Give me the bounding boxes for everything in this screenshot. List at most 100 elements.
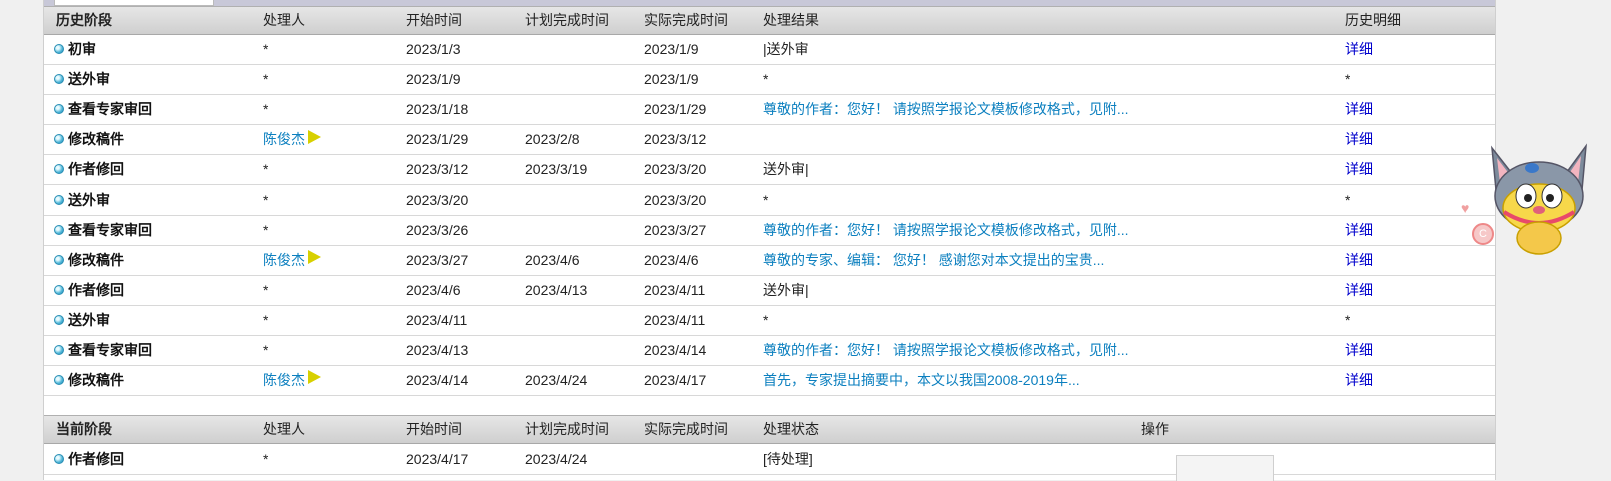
- stage-cell: 送外审: [68, 71, 110, 88]
- result-cell-text: 送外审|: [763, 281, 809, 298]
- start-cell: 2023/1/29: [406, 124, 468, 154]
- actual-cell-text: 2023/4/17: [644, 372, 707, 389]
- header-handler: 处理人: [263, 12, 305, 28]
- detail-link-text[interactable]: 详细: [1345, 222, 1373, 238]
- result-cell-text: *: [763, 191, 769, 208]
- actual-cell: 2023/4/11: [644, 275, 705, 305]
- handler-link-text[interactable]: 陈俊杰: [263, 372, 305, 388]
- detail-link-text[interactable]: 详细: [1345, 282, 1373, 298]
- detail-link[interactable]: 详细: [1345, 335, 1373, 365]
- handler-cell-text: *: [263, 281, 269, 298]
- actual-cell: 2023/1/9: [644, 64, 699, 94]
- handler-link-text[interactable]: 陈俊杰: [263, 131, 305, 147]
- planned-cell: 2023/4/24: [525, 365, 587, 395]
- handler-link[interactable]: 陈俊杰: [263, 245, 321, 275]
- planned-cell-text: 2023/3/19: [525, 161, 588, 178]
- detail-link[interactable]: 详细: [1345, 94, 1373, 124]
- handler-cell: *: [263, 275, 268, 305]
- actual-cell: 2023/3/20: [644, 185, 706, 215]
- planned-cell: 2023/4/6: [525, 245, 580, 275]
- actual-cell: 2023/3/20: [644, 154, 706, 184]
- history-table-row: 作者修回 * 2023/4/6 2023/4/13 2023/4/11 送外审| 详细: [44, 275, 1495, 306]
- planned-cell: 2023/2/8: [525, 124, 580, 154]
- handler-link[interactable]: 陈俊杰: [263, 124, 321, 154]
- handler-link-text[interactable]: 陈俊杰: [263, 252, 305, 268]
- detail-link-text[interactable]: 详细: [1345, 161, 1373, 177]
- history-table-row: 查看专家审回 * 2023/3/26 2023/3/27 尊敬的作者：您好！ 请按照学报…: [44, 215, 1495, 246]
- handler-link[interactable]: 陈俊杰: [263, 365, 321, 395]
- result-link-text[interactable]: 尊敬的作者：您好！ 请按照学报论文模板修改格式，见附...: [763, 101, 1129, 117]
- detail-link-text[interactable]: 详细: [1345, 131, 1373, 147]
- stage-cell: 查看专家审回: [68, 342, 152, 358]
- detail-link-text[interactable]: 详细: [1345, 41, 1373, 57]
- history-table-header: 历史阶段 处理人 开始时间 计划完成时间 实际完成时间 处理结果 历史明细: [44, 6, 1495, 35]
- cartoon-cat-mascot[interactable]: [1474, 138, 1604, 260]
- handler-cell-text: *: [263, 161, 269, 178]
- start-cell: 2023/1/9: [406, 64, 461, 94]
- result-link[interactable]: 首先，专家提出摘要中，本文以我国2008-2019年...: [763, 365, 1080, 395]
- header-current-actual: 实际完成时间: [644, 421, 728, 437]
- actual-cell-text: 2023/1/9: [644, 71, 699, 88]
- detail-link[interactable]: 详细: [1345, 124, 1373, 154]
- current-table-row: 作者修回 * 2023/4/17 2023/4/24 [待处理]: [44, 444, 1495, 475]
- detail-cell-text: *: [1345, 311, 1351, 328]
- detail-link-text[interactable]: 详细: [1345, 342, 1373, 358]
- detail-link[interactable]: 详细: [1345, 215, 1373, 245]
- actual-cell-text: 2023/3/20: [644, 161, 707, 178]
- blue-dot-icon: [54, 314, 64, 325]
- handler-cell: *: [263, 64, 268, 94]
- planned-cell-text: 2023/4/13: [525, 281, 588, 298]
- stage-cell: 查看专家审回: [68, 221, 152, 238]
- start-cell: 2023/3/12: [406, 154, 468, 184]
- handler-cell: *: [263, 154, 268, 184]
- handler-cell: *: [263, 215, 268, 245]
- result-cell: *: [763, 64, 768, 94]
- handler-cell-text: *: [263, 311, 269, 328]
- result-link-text[interactable]: 首先，专家提出摘要中，本文以我国2008-2019年...: [763, 372, 1080, 388]
- history-table-row: 修改稿件 陈俊杰 2023/3/27 2023/4/6 2023/4/6 尊敬的专家、编辑…: [44, 245, 1495, 276]
- result-link-text[interactable]: 尊敬的专家、编辑： 您好！ 感谢您对本文提出的宝贵...: [763, 252, 1104, 268]
- detail-cell: *: [1345, 185, 1350, 215]
- detail-link[interactable]: 详细: [1345, 245, 1373, 275]
- stage-cell: 送外审: [68, 311, 110, 328]
- start-cell: 2023/3/26: [406, 215, 468, 245]
- start-cell: 2023/1/18: [406, 94, 468, 124]
- actual-cell-text: 2023/3/27: [644, 221, 707, 238]
- result-link[interactable]: 尊敬的作者：您好！ 请按照学报论文模板修改格式，见附...: [763, 335, 1129, 365]
- stage-cell: 作者修回: [68, 281, 124, 298]
- floating-panel-edge[interactable]: [1176, 455, 1274, 481]
- actual-cell: 2023/4/11: [644, 305, 705, 335]
- result-link-text[interactable]: 尊敬的作者：您好！ 请按照学报论文模板修改格式，见附...: [763, 222, 1129, 238]
- result-link-text[interactable]: 尊敬的作者：您好！ 请按照学报论文模板修改格式，见附...: [763, 342, 1129, 358]
- handler-cell-text: *: [263, 342, 269, 358]
- start-cell-text: 2023/4/6: [406, 281, 461, 298]
- result-link[interactable]: 尊敬的作者：您好！ 请按照学报论文模板修改格式，见附...: [763, 94, 1129, 124]
- start-cell-text: 2023/1/9: [406, 71, 461, 88]
- detail-link[interactable]: 详细: [1345, 34, 1373, 64]
- detail-link[interactable]: 详细: [1345, 275, 1373, 305]
- start-cell-text: 2023/1/18: [406, 101, 469, 118]
- detail-link[interactable]: 详细: [1345, 365, 1373, 395]
- handler-cell-text: *: [263, 101, 269, 118]
- actual-cell-text: 2023/4/6: [644, 251, 699, 268]
- result-cell-text: *: [763, 71, 769, 88]
- header-current-stage: 当前阶段: [56, 421, 112, 437]
- detail-link-text[interactable]: 详细: [1345, 252, 1373, 268]
- detail-link-text[interactable]: 详细: [1345, 372, 1373, 388]
- history-table-row: 初审 * 2023/1/3 2023/1/9 |送外审 详细: [44, 34, 1495, 65]
- history-table-row: 作者修回 * 2023/3/12 2023/3/19 2023/3/20 送外审| 详细: [44, 154, 1495, 186]
- handler-cell-text: *: [263, 221, 269, 238]
- detail-link-text[interactable]: 详细: [1345, 101, 1373, 117]
- current-table-header: 当前阶段 处理人 开始时间 计划完成时间 实际完成时间 处理状态 操作: [44, 415, 1495, 444]
- start-cell: 2023/4/6: [406, 275, 461, 305]
- result-link[interactable]: 尊敬的专家、编辑： 您好！ 感谢您对本文提出的宝贵...: [763, 245, 1104, 275]
- result-link[interactable]: 尊敬的作者：您好！ 请按照学报论文模板修改格式，见附...: [763, 215, 1129, 245]
- blue-dot-icon: [54, 164, 64, 175]
- actual-cell: 2023/1/29: [644, 94, 706, 124]
- handler-cell: *: [263, 34, 268, 64]
- sparkle-icon: ♥: [1461, 200, 1470, 216]
- detail-link[interactable]: 详细: [1345, 154, 1373, 184]
- actual-cell-text: 2023/1/9: [644, 41, 699, 57]
- yellow-flag-icon: [308, 249, 321, 264]
- planned-cell: 2023/4/13: [525, 275, 587, 305]
